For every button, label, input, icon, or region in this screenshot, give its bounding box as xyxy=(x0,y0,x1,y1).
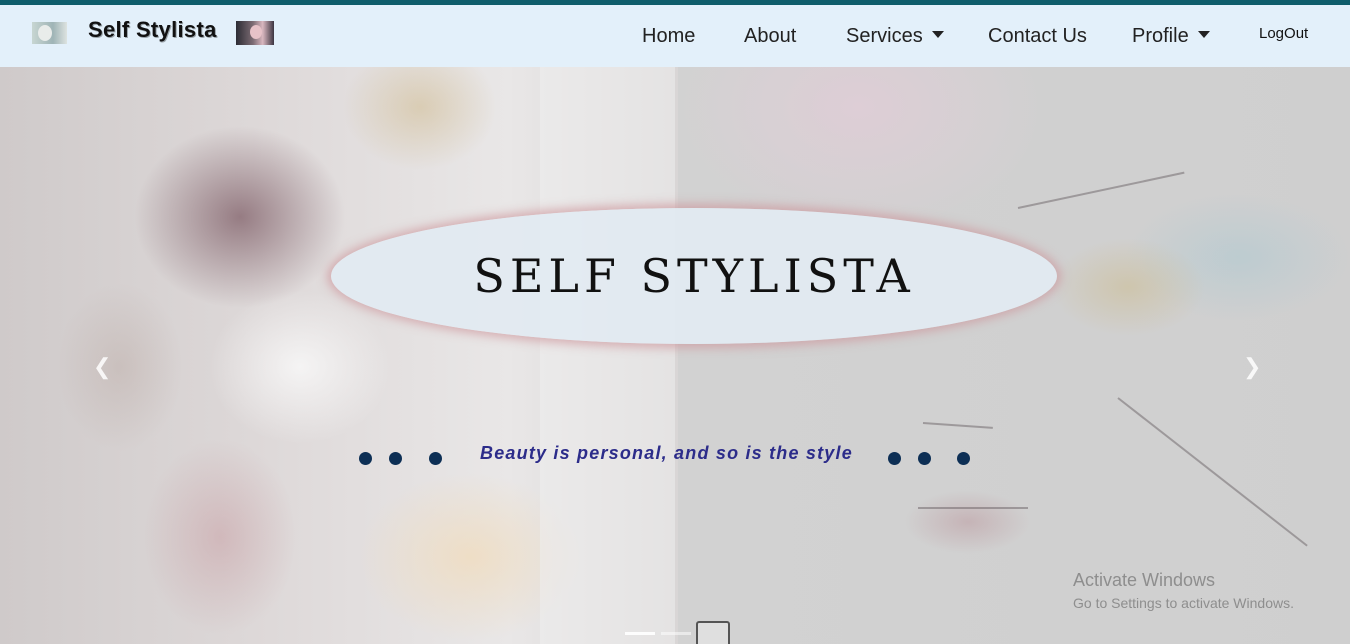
navbar: Self Stylista Home About Services Contac… xyxy=(0,5,1350,67)
carousel-prev-button[interactable]: ❮ xyxy=(93,354,111,380)
nose-sketch xyxy=(922,422,993,429)
decor-dot xyxy=(429,452,442,465)
brand-logo-left[interactable] xyxy=(32,22,67,44)
logout-link[interactable]: LogOut xyxy=(1259,25,1308,42)
hero-image-pillar xyxy=(540,67,675,644)
nav-services-label: Services xyxy=(846,25,923,47)
brand-name[interactable]: Self Stylista xyxy=(88,17,217,43)
jaw-sketch xyxy=(1117,397,1308,547)
nav-profile-label: Profile xyxy=(1132,25,1189,47)
nav-home[interactable]: Home xyxy=(642,25,695,48)
nav-contact-us[interactable]: Contact Us xyxy=(988,25,1087,48)
lips-sketch xyxy=(918,507,1028,509)
eyebrow-sketch xyxy=(1017,171,1185,209)
decor-dot xyxy=(918,452,931,465)
chevron-left-icon: ❮ xyxy=(93,354,112,379)
nav-services-dropdown[interactable]: Services xyxy=(846,25,944,48)
brand-logo-right[interactable] xyxy=(236,21,274,45)
decor-dot xyxy=(389,452,402,465)
nav-profile-dropdown[interactable]: Profile xyxy=(1132,25,1210,48)
windows-watermark-subtitle: Go to Settings to activate Windows. xyxy=(1073,595,1294,611)
decor-dot xyxy=(888,452,901,465)
hero-title: SELF STYLISTA xyxy=(473,249,915,303)
carousel-indicator-2[interactable] xyxy=(661,632,691,635)
caret-down-icon xyxy=(1197,31,1210,38)
carousel-indicator-3[interactable] xyxy=(696,621,730,644)
decor-dot xyxy=(957,452,970,465)
hero-carousel: SELF STYLISTA Beauty is personal, and so… xyxy=(0,67,1350,644)
chevron-right-icon: ❯ xyxy=(1243,354,1262,379)
windows-watermark-title: Activate Windows xyxy=(1073,570,1216,590)
nav-about[interactable]: About xyxy=(744,25,796,48)
carousel-next-button[interactable]: ❯ xyxy=(1243,354,1261,380)
caret-down-icon xyxy=(931,31,944,38)
hero-tagline: Beauty is personal, and so is the style xyxy=(480,443,853,463)
decor-dot xyxy=(359,452,372,465)
carousel-indicator-1[interactable] xyxy=(625,632,655,635)
